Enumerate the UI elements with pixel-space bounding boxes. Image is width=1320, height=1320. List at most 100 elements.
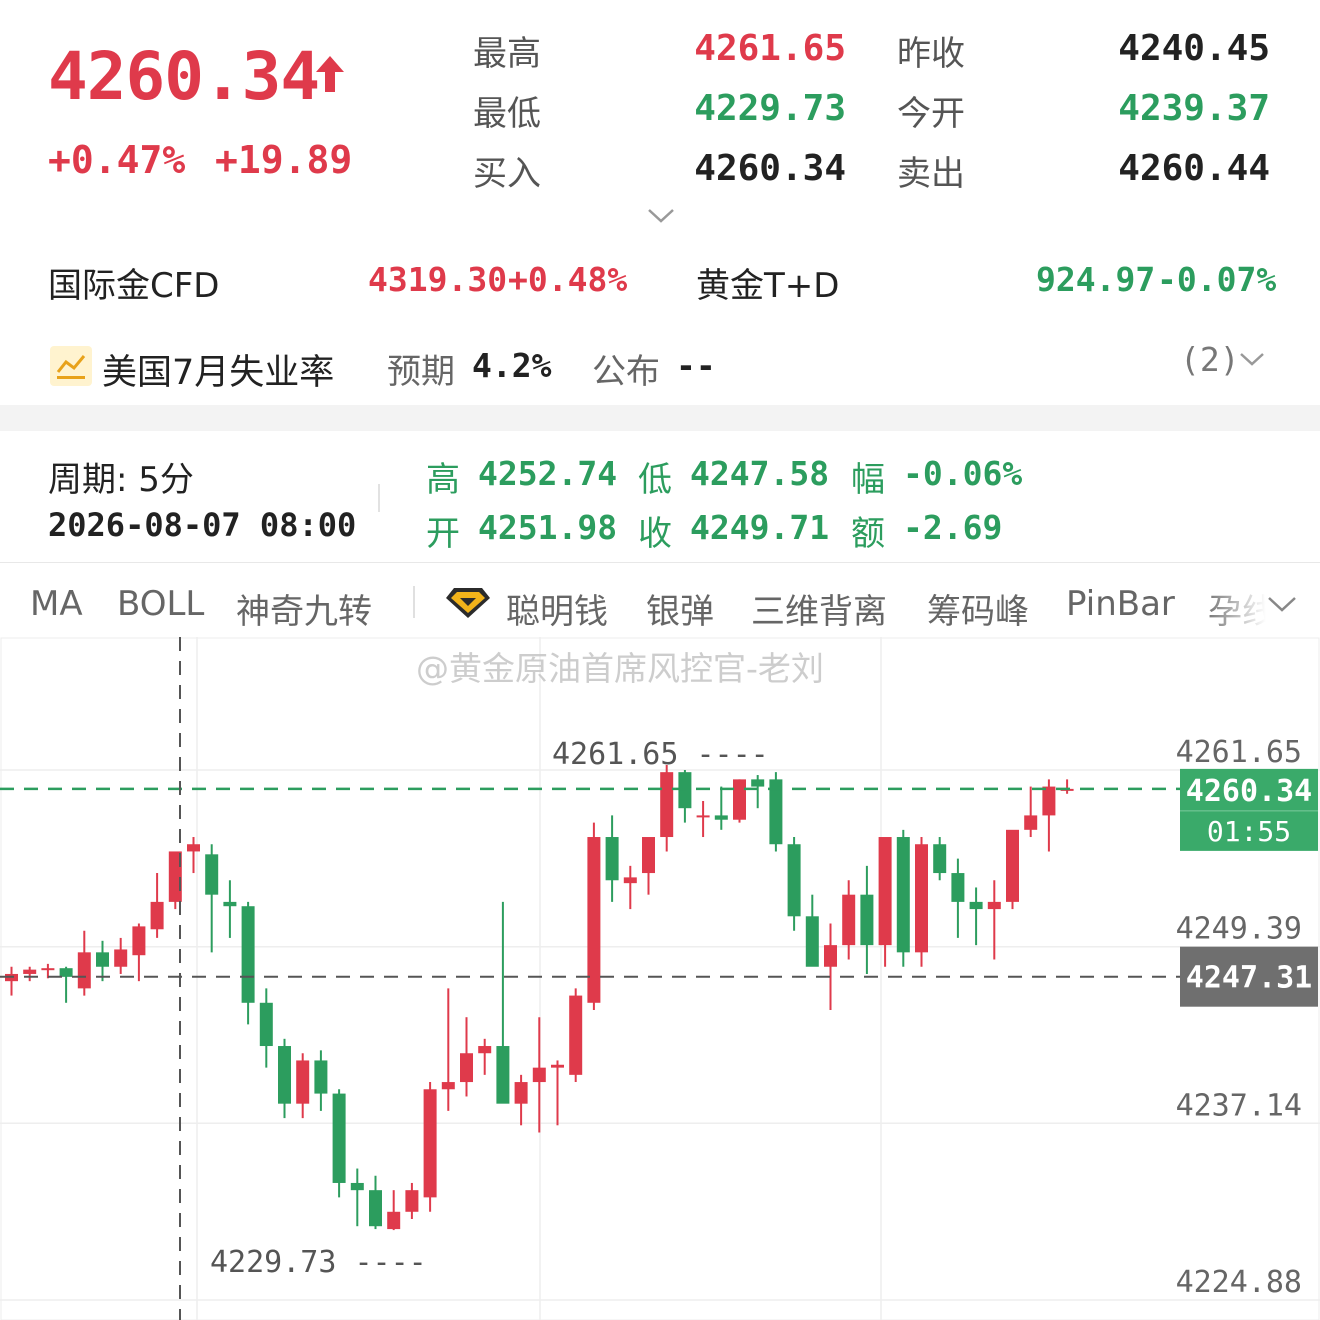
chevron-down-icon[interactable] — [646, 206, 676, 226]
candle-body — [23, 969, 37, 974]
stat-label-2-b: 卖出 — [897, 154, 965, 194]
period-time: 2026-08-07 08:00 — [48, 506, 357, 544]
candle-body — [259, 1002, 273, 1047]
market-price-cfd: 4319.30 — [368, 260, 508, 299]
up-arrow-icon — [316, 56, 344, 92]
published-value: -- — [676, 346, 716, 385]
candle-body — [241, 906, 255, 1003]
indicator-pinbar[interactable]: PinBar — [1066, 584, 1175, 624]
candle-body — [350, 1182, 364, 1191]
change-amount: +19.89 — [215, 138, 353, 182]
stat-value-2-a: 4260.34 — [694, 148, 846, 189]
close-key: 收 — [638, 514, 672, 554]
period-label[interactable]: 周期: 5分 — [48, 452, 194, 501]
market-name-cfd[interactable]: 国际金CFD — [48, 258, 219, 307]
candlestick-chart[interactable]: 4261.65 4249.39 4237.14 4224.88 4260.34 01:5… — [0, 637, 1320, 1320]
candle-body — [951, 873, 965, 902]
diamond-icon — [446, 588, 490, 618]
amplitude-key: 幅 — [851, 460, 885, 500]
economic-event-title[interactable]: 美国7月失业率 — [102, 344, 334, 395]
market-pct-cfd: +0.48% — [508, 260, 628, 299]
candle-body — [41, 968, 55, 971]
candle-body — [77, 952, 91, 989]
candle-body — [405, 1190, 419, 1212]
indicator-silver-bullet[interactable]: 银弹 — [646, 584, 714, 633]
candle-body — [205, 854, 219, 895]
candle-body — [824, 945, 837, 967]
market-name-td[interactable]: 黄金T+D — [696, 258, 839, 307]
stat-value-0-b: 4240.45 — [1118, 28, 1270, 69]
candle-body — [1006, 829, 1019, 902]
stat-value-1-b: 4239.37 — [1118, 88, 1270, 129]
open-key: 开 — [426, 514, 460, 554]
candle-body — [223, 901, 237, 907]
candle-body — [660, 772, 674, 838]
stat-value-1-a: 4229.73 — [694, 88, 846, 129]
low-key: 低 — [638, 460, 672, 500]
last-price: 4260.34 — [48, 38, 320, 115]
candle-body — [114, 949, 128, 967]
chart-line-icon — [50, 346, 92, 386]
indicator-chip-peak[interactable]: 筹码峰 — [927, 584, 1029, 633]
candle-body — [314, 1060, 328, 1094]
stat-value-0-a: 4261.65 — [694, 28, 846, 69]
event-count[interactable]: (2) — [1180, 340, 1240, 379]
candle-body — [733, 779, 746, 820]
candle-body — [969, 901, 983, 910]
indicator-ma[interactable]: MA — [30, 584, 83, 624]
candle-body — [551, 1064, 564, 1068]
candle-body — [987, 901, 1001, 910]
stat-label-0-b: 昨收 — [897, 34, 965, 74]
market-pct-td: -0.07% — [1157, 260, 1277, 299]
published-label: 公布 — [592, 352, 660, 392]
candle-body — [514, 1082, 528, 1104]
chevron-down-icon[interactable] — [1266, 594, 1298, 614]
open-value: 4251.98 — [478, 508, 618, 547]
stat-label-2-a: 买入 — [473, 154, 541, 194]
candle-body — [387, 1211, 401, 1230]
candle-body — [878, 837, 892, 946]
candle-body — [751, 779, 765, 787]
stat-label-0-a: 最高 — [473, 34, 541, 74]
current-price-value: 4260.34 — [1186, 774, 1312, 809]
candle-body — [441, 1082, 455, 1090]
candle-body — [59, 968, 73, 977]
low-value: 4247.58 — [690, 454, 830, 493]
candle-body — [496, 1046, 510, 1104]
market-price-td: 924.97 — [1036, 260, 1156, 299]
candle-body — [696, 815, 710, 818]
high-value: 4252.74 — [478, 454, 618, 493]
stat-label-1-b: 今开 — [897, 94, 965, 134]
candle-body — [842, 894, 856, 946]
chevron-down-icon[interactable] — [1238, 350, 1266, 368]
candle-body — [1024, 815, 1038, 830]
indicator-nine-turn[interactable]: 神奇九转 — [236, 584, 372, 633]
candle-body — [132, 926, 146, 956]
candle-body — [915, 844, 928, 953]
candle-body — [933, 844, 947, 874]
section-divider — [0, 405, 1320, 431]
watermark-text: @黄金原油首席风控官-老刘 — [416, 649, 824, 688]
y-tick-label: 4224.88 — [1176, 1265, 1302, 1300]
candle-body — [787, 844, 801, 917]
candle-body — [187, 844, 200, 852]
candle-body — [532, 1067, 546, 1083]
y-tick-label: 4237.14 — [1176, 1088, 1302, 1123]
indicator-smart-money[interactable]: 聪明钱 — [506, 584, 608, 633]
fade-overlay — [1200, 572, 1320, 632]
countdown-value: 01:55 — [1207, 815, 1291, 848]
indicator-3d-divergence[interactable]: 三维背离 — [751, 584, 887, 633]
candle-body — [278, 1046, 291, 1104]
candle-body — [460, 1053, 473, 1083]
candle-body — [369, 1190, 382, 1227]
change-percent: +0.47% — [48, 138, 186, 182]
stat-value-2-b: 4260.44 — [1118, 148, 1270, 189]
min-price-label: 4229.73 ---- — [210, 1245, 427, 1280]
amount-value: -2.69 — [903, 508, 1003, 547]
indicator-boll[interactable]: BOLL — [117, 584, 204, 624]
y-tick-label: 4249.39 — [1176, 912, 1302, 947]
amount-key: 额 — [851, 514, 885, 554]
candle-body — [623, 877, 637, 884]
candle-body — [1042, 786, 1056, 816]
stat-label-1-a: 最低 — [473, 94, 541, 134]
